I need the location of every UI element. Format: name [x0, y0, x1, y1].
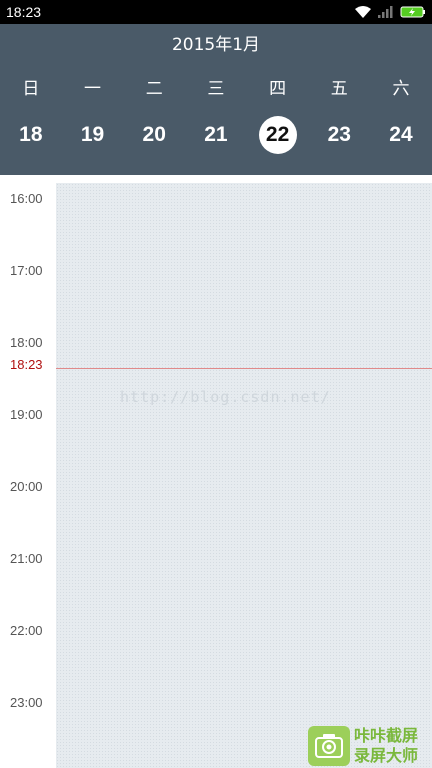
date-cell[interactable]: 20	[123, 115, 185, 155]
date-cell[interactable]: 24	[370, 115, 432, 155]
weekday-label: 六	[392, 78, 410, 99]
wifi-icon	[354, 5, 372, 19]
current-time-label: 18:23	[10, 357, 43, 372]
header-divider	[0, 175, 432, 183]
date-row: 18 19 20 21 22 23 24	[0, 115, 432, 155]
date-number: 21	[204, 123, 228, 146]
date-cell[interactable]: 19	[62, 115, 124, 155]
weekday-row: 日 一 二 三 四 五 六	[0, 74, 432, 99]
logo-text: 咔咔截屏 录屏大师	[354, 726, 418, 766]
date-cell[interactable]: 23	[308, 115, 370, 155]
date-number: 20	[142, 123, 166, 146]
screen-recorder-logo: 咔咔截屏 录屏大师	[308, 723, 432, 768]
calendar-header: 2015年1月 日 一 二 三 四 五 六 18 19 20 21 22 23 …	[0, 24, 432, 175]
battery-icon	[400, 6, 426, 18]
weekday-label: 三	[207, 78, 225, 99]
hour-label: 21:00	[10, 551, 43, 566]
status-icons	[354, 5, 426, 19]
weekday-label: 四	[269, 78, 287, 99]
logo-line1: 咔咔截屏	[354, 725, 419, 745]
hour-label: 17:00	[10, 263, 43, 278]
logo-line2: 录屏大师	[354, 745, 419, 765]
camera-icon	[308, 725, 350, 766]
date-number: 23	[327, 123, 351, 146]
watermark-url: http://blog.csdn.net/	[120, 388, 331, 406]
status-bar: 18:23	[0, 0, 432, 24]
hour-label: 20:00	[10, 479, 43, 494]
hour-label: 18:00	[10, 335, 43, 350]
weekday-label: 日	[22, 78, 40, 99]
selected-date: 22	[258, 116, 297, 154]
weekday-label: 二	[145, 78, 163, 99]
status-time: 18:23	[6, 4, 42, 20]
date-number: 24	[389, 123, 413, 146]
weekday-label: 五	[330, 78, 348, 99]
month-title[interactable]: 2015年1月	[0, 30, 432, 55]
event-area[interactable]	[56, 183, 432, 768]
hour-label: 22:00	[10, 623, 43, 638]
hour-label: 19:00	[10, 407, 43, 422]
hour-label: 23:00	[10, 695, 43, 710]
date-cell[interactable]: 18	[0, 115, 62, 155]
day-timeline[interactable]: 16:00 17:00 18:00 18:23 19:00 20:00 21:0…	[0, 183, 432, 768]
weekday-label: 一	[84, 78, 102, 99]
hour-label: 16:00	[10, 191, 43, 206]
current-time-line	[56, 368, 432, 369]
date-number: 19	[80, 123, 105, 146]
date-number: 18	[19, 123, 43, 146]
signal-icon	[378, 6, 394, 18]
date-cell-selected[interactable]: 22	[247, 115, 309, 155]
date-cell[interactable]: 21	[185, 115, 247, 155]
